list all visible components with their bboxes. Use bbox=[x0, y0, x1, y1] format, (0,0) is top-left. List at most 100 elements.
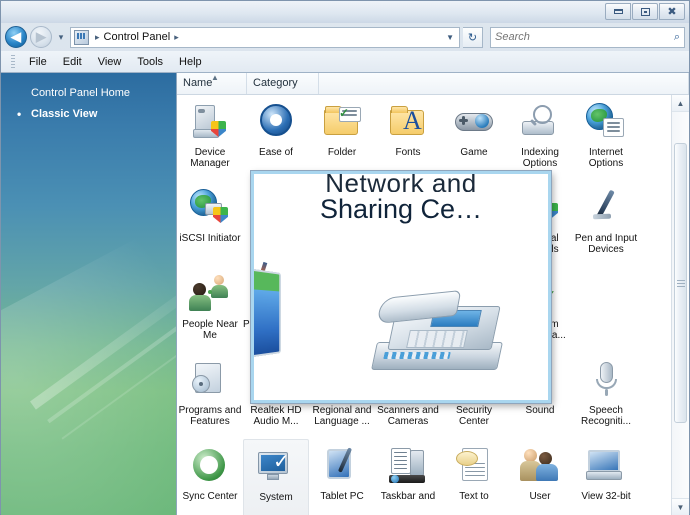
item-ease-of-access[interactable]: Ease of bbox=[243, 95, 309, 181]
fonts-icon: A bbox=[387, 101, 429, 143]
close-button[interactable]: ✖ bbox=[659, 3, 685, 20]
menu-view[interactable]: View bbox=[90, 54, 130, 70]
internet-options-icon bbox=[585, 101, 627, 143]
breadcrumb-dropdown-icon[interactable]: ▼ bbox=[446, 33, 457, 42]
sidebar-item-label: Classic View bbox=[31, 108, 98, 120]
column-header-blank[interactable] bbox=[319, 73, 689, 94]
item-label: Pen and Input Devices bbox=[574, 233, 638, 255]
iscsi-initiator-icon bbox=[189, 187, 231, 229]
item-label: User bbox=[529, 491, 551, 502]
column-header-row: Name ▲ Category bbox=[177, 73, 689, 95]
breadcrumb[interactable]: ▸ Control Panel ▸ ▼ bbox=[70, 26, 460, 48]
user-accounts-icon bbox=[519, 445, 561, 487]
item-label: Regional and Language ... bbox=[312, 405, 372, 427]
item-label: Text to bbox=[459, 491, 489, 502]
icon-row: Device Manager Ease of ✓ Folder A Fonts … bbox=[177, 95, 671, 181]
magnifier-title-text: Sharing Ce… bbox=[319, 194, 483, 224]
search-icon[interactable]: ⌕ bbox=[674, 31, 680, 44]
item-people-near-me[interactable]: People Near Me bbox=[177, 267, 243, 353]
item-label: Speech Recogniti... bbox=[580, 405, 632, 427]
magnified-phone-and-modem-icon bbox=[370, 278, 506, 382]
sidebar-item-classic-view[interactable]: Classic View bbox=[1, 106, 176, 122]
programs-features-icon bbox=[189, 359, 231, 401]
control-panel-icon bbox=[74, 29, 89, 45]
item-view-32-bit[interactable]: View 32-bit bbox=[573, 439, 639, 515]
back-button[interactable]: ◀ bbox=[5, 26, 27, 48]
indexing-options-icon bbox=[519, 101, 561, 143]
menu-help[interactable]: Help bbox=[171, 54, 210, 70]
item-label: iSCSI Initiator bbox=[179, 233, 241, 244]
refresh-icon: ↻ bbox=[467, 31, 478, 44]
menu-gripper[interactable] bbox=[11, 54, 15, 69]
navigation-pane: Control Panel Home Classic View bbox=[1, 73, 177, 515]
title-bar: ✖ bbox=[1, 1, 689, 23]
magnifier-overlay[interactable]: Network and Sharing Ce… bbox=[251, 171, 551, 403]
breadcrumb-separator-trailing[interactable]: ▸ bbox=[174, 32, 179, 43]
item-user-accounts[interactable]: User bbox=[507, 439, 573, 515]
item-device-manager[interactable]: Device Manager bbox=[177, 95, 243, 181]
vertical-scrollbar[interactable]: ▲ ▼ bbox=[671, 95, 689, 515]
tablet-pc-icon bbox=[321, 445, 363, 487]
minimize-button[interactable] bbox=[605, 3, 631, 20]
item-label: View 32-bit bbox=[581, 491, 631, 502]
icon-row: Sync Center ✓ System Tablet PC Taskbar a… bbox=[177, 439, 671, 515]
address-bar: ◀ ▶ ▾ ▸ Control Panel ▸ ▼ ↻ ⌕ bbox=[1, 23, 689, 51]
item-label: Fonts bbox=[395, 147, 421, 158]
item-system[interactable]: ✓ System bbox=[243, 439, 309, 515]
maximize-button[interactable] bbox=[632, 3, 658, 20]
item-indexing-options[interactable]: Indexing Options bbox=[507, 95, 573, 181]
sidebar-item-label: Control Panel Home bbox=[31, 87, 131, 99]
forward-arrow-icon: ▶ bbox=[36, 29, 46, 44]
recent-pages-button[interactable]: ▾ bbox=[55, 32, 67, 43]
sync-center-icon bbox=[189, 445, 231, 487]
forward-button[interactable]: ▶ bbox=[30, 26, 52, 48]
menu-tools[interactable]: Tools bbox=[129, 54, 171, 70]
search-box[interactable]: ⌕ bbox=[490, 26, 685, 48]
minimize-icon bbox=[613, 9, 623, 14]
item-game-controllers[interactable]: Game bbox=[441, 95, 507, 181]
scrollbar-grip-icon bbox=[676, 279, 685, 287]
item-sync-center[interactable]: Sync Center bbox=[177, 439, 243, 515]
maximize-icon bbox=[640, 7, 650, 16]
item-label: Scanners and Cameras bbox=[377, 405, 439, 427]
scroll-down-icon: ▼ bbox=[676, 502, 685, 512]
ease-of-access-icon bbox=[255, 101, 297, 143]
search-input[interactable] bbox=[495, 31, 674, 43]
breadcrumb-path[interactable]: Control Panel bbox=[104, 31, 171, 43]
sidebar-item-control-panel-home[interactable]: Control Panel Home bbox=[1, 85, 176, 101]
item-label: System bbox=[259, 492, 293, 503]
column-header-label: Category bbox=[253, 77, 298, 89]
item-taskbar-and-start-menu[interactable]: Taskbar and bbox=[375, 439, 441, 515]
refresh-button[interactable]: ↻ bbox=[463, 26, 483, 48]
sort-ascending-icon: ▲ bbox=[211, 73, 219, 82]
item-label: People Near Me bbox=[182, 319, 238, 341]
item-label: Tablet PC bbox=[320, 491, 364, 502]
item-pen-and-input-devices[interactable]: Pen and Input Devices bbox=[573, 181, 639, 267]
taskbar-start-menu-icon bbox=[387, 445, 429, 487]
item-fonts[interactable]: A Fonts bbox=[375, 95, 441, 181]
breadcrumb-separator-leading: ▸ bbox=[95, 31, 100, 42]
item-iscsi-initiator[interactable]: iSCSI Initiator bbox=[177, 181, 243, 267]
item-label: Security Center bbox=[455, 405, 493, 427]
menu-edit[interactable]: Edit bbox=[55, 54, 90, 70]
item-tablet-pc[interactable]: Tablet PC bbox=[309, 439, 375, 515]
scroll-down-button[interactable]: ▼ bbox=[672, 498, 689, 515]
column-header-label: Name bbox=[183, 77, 213, 89]
column-header-category[interactable]: Category bbox=[247, 73, 319, 94]
magnified-monitor-icon bbox=[254, 261, 294, 382]
item-label: Indexing Options bbox=[521, 147, 559, 169]
item-speech-recognition[interactable]: Speech Recogniti... bbox=[573, 353, 639, 439]
item-programs-and-features[interactable]: Programs and Features bbox=[177, 353, 243, 439]
item-internet-options[interactable]: Internet Options bbox=[573, 95, 639, 181]
item-label: Programs and Features bbox=[178, 405, 242, 427]
scrollbar-thumb[interactable] bbox=[674, 143, 687, 423]
window-controls: ✖ bbox=[605, 3, 685, 20]
view-32bit-icon bbox=[585, 445, 627, 487]
menu-file[interactable]: File bbox=[21, 54, 55, 70]
scroll-up-button[interactable]: ▲ bbox=[672, 95, 689, 112]
item-folder-options[interactable]: ✓ Folder bbox=[309, 95, 375, 181]
item-text-to-speech[interactable]: Text to bbox=[441, 439, 507, 515]
device-manager-icon bbox=[189, 101, 231, 143]
column-header-name[interactable]: Name ▲ bbox=[177, 73, 247, 94]
control-panel-window: ✖ ◀ ▶ ▾ ▸ Control Panel ▸ ▼ ↻ ⌕ bbox=[0, 0, 690, 515]
